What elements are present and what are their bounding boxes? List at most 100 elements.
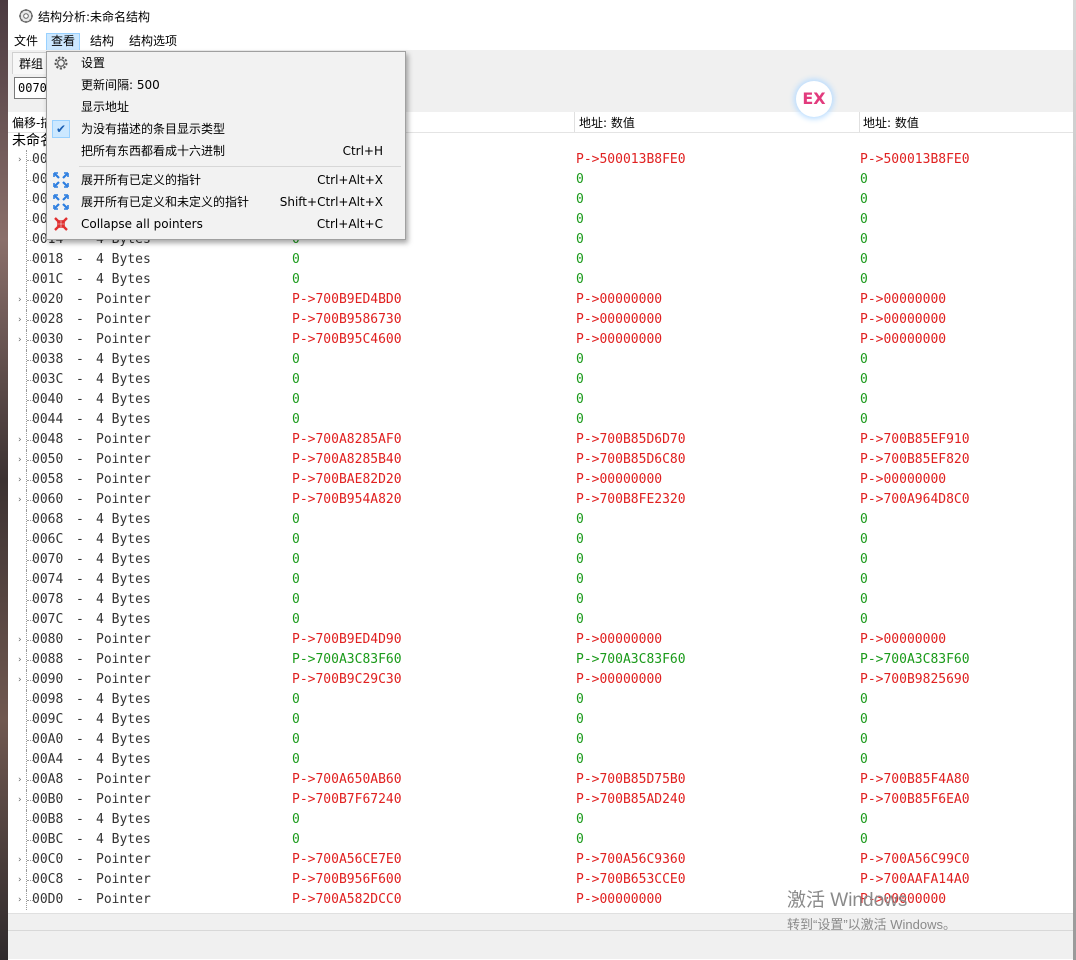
value-cell[interactable]: 0 bbox=[576, 610, 584, 630]
value-cell[interactable]: 0 bbox=[576, 530, 584, 550]
value-cell[interactable]: 0 bbox=[860, 610, 868, 630]
tree-row[interactable]: › 0090 Pointer - P->700B9C29C30 P->00000000 P-… bbox=[8, 670, 1073, 690]
tree-row[interactable]: › 0080 Pointer - P->700B9ED4D90 P->00000000 P-… bbox=[8, 630, 1073, 650]
expand-chevron-icon[interactable]: › bbox=[18, 150, 22, 170]
tree-row[interactable]: 0038 4 Bytes - 0 0 0 bbox=[8, 350, 1073, 370]
value-cell[interactable]: 0 bbox=[860, 250, 868, 270]
value-cell[interactable]: 0 bbox=[860, 170, 868, 190]
value-cell[interactable]: P->700A3C83F60 bbox=[860, 650, 970, 670]
value-cell[interactable]: 0 bbox=[576, 230, 584, 250]
value-cell[interactable]: P->700A3C83F60 bbox=[576, 650, 686, 670]
tree-row[interactable]: 00B8 4 Bytes - 0 0 0 bbox=[8, 810, 1073, 830]
tree-row[interactable]: › 0060 Pointer - P->700B954A820 P->700B8FE232… bbox=[8, 490, 1073, 510]
value-cell[interactable]: 0 bbox=[860, 210, 868, 230]
tree-row[interactable]: 0040 4 Bytes - 0 0 0 bbox=[8, 390, 1073, 410]
value-cell[interactable]: 0 bbox=[576, 750, 584, 770]
value-cell[interactable]: P->700A56C9360 bbox=[576, 850, 686, 870]
tree-row[interactable]: 006C 4 Bytes - 0 0 0 bbox=[8, 530, 1073, 550]
value-cell[interactable]: P->700B7F67240 bbox=[292, 790, 402, 810]
tree-row[interactable]: › 0020 Pointer - P->700B9ED4BD0 P->00000000 P-… bbox=[8, 290, 1073, 310]
value-cell[interactable]: 0 bbox=[860, 550, 868, 570]
expand-chevron-icon[interactable]: › bbox=[18, 430, 22, 450]
address-value-column-header-2[interactable]: 地址: 数值 bbox=[863, 114, 919, 131]
value-cell[interactable]: 0 bbox=[292, 610, 300, 630]
value-cell[interactable]: 0 bbox=[292, 350, 300, 370]
value-cell[interactable]: P->700B85D6C80 bbox=[576, 450, 686, 470]
ex-badge-icon[interactable]: EX bbox=[796, 81, 832, 117]
value-cell[interactable]: P->700B85D6D70 bbox=[576, 430, 686, 450]
menu-item-expand-all[interactable]: 展开所有已定义和未定义的指针 Shift+Ctrl+Alt+X bbox=[47, 191, 405, 213]
tree-row[interactable]: › 0030 Pointer - P->700B95C4600 P->00000000 P-… bbox=[8, 330, 1073, 350]
value-cell[interactable]: P->700B85EF820 bbox=[860, 450, 970, 470]
value-cell[interactable]: 0 bbox=[860, 230, 868, 250]
value-cell[interactable]: P->700A3C83F60 bbox=[292, 650, 402, 670]
value-cell[interactable]: P->700B9ED4BD0 bbox=[292, 290, 402, 310]
value-cell[interactable]: P->700B653CCE0 bbox=[576, 870, 686, 890]
value-cell[interactable]: 0 bbox=[292, 810, 300, 830]
value-cell[interactable]: 0 bbox=[576, 170, 584, 190]
value-cell[interactable]: 0 bbox=[576, 570, 584, 590]
tree-row[interactable]: 0068 4 Bytes - 0 0 0 bbox=[8, 510, 1073, 530]
value-cell[interactable]: 0 bbox=[292, 530, 300, 550]
value-cell[interactable]: P->700A56C99C0 bbox=[860, 850, 970, 870]
value-cell[interactable]: P->00000000 bbox=[860, 630, 946, 650]
value-cell[interactable]: P->700B85F6EA0 bbox=[860, 790, 970, 810]
menu-item-show-types[interactable]: ✔ 为没有描述的条目显示类型 bbox=[47, 118, 405, 140]
value-cell[interactable]: 0 bbox=[860, 390, 868, 410]
value-cell[interactable]: 0 bbox=[576, 190, 584, 210]
value-cell[interactable]: P->700B9ED4D90 bbox=[292, 630, 402, 650]
value-cell[interactable]: 0 bbox=[860, 750, 868, 770]
value-cell[interactable]: 0 bbox=[292, 590, 300, 610]
value-cell[interactable]: 0 bbox=[292, 710, 300, 730]
tree-row[interactable]: › 00C0 Pointer - P->700A56CE7E0 P->700A56C936… bbox=[8, 850, 1073, 870]
tree-row[interactable]: 009C 4 Bytes - 0 0 0 bbox=[8, 710, 1073, 730]
value-cell[interactable]: 0 bbox=[292, 390, 300, 410]
expand-chevron-icon[interactable]: › bbox=[18, 650, 22, 670]
menu-item-hex-view[interactable]: 把所有东西都看成十六进制 Ctrl+H bbox=[47, 140, 405, 162]
value-cell[interactable]: P->700A964D8C0 bbox=[860, 490, 970, 510]
value-cell[interactable]: 0 bbox=[860, 370, 868, 390]
value-cell[interactable]: 0 bbox=[576, 390, 584, 410]
value-cell[interactable]: P->500013B8FE0 bbox=[576, 150, 686, 170]
menu-item-show-address[interactable]: 显示地址 bbox=[47, 96, 405, 118]
tree-row[interactable]: 0070 4 Bytes - 0 0 0 bbox=[8, 550, 1073, 570]
value-cell[interactable]: 0 bbox=[292, 370, 300, 390]
value-cell[interactable]: 0 bbox=[860, 190, 868, 210]
tree-row[interactable]: 007C 4 Bytes - 0 0 0 bbox=[8, 610, 1073, 630]
value-cell[interactable]: 0 bbox=[576, 590, 584, 610]
tree-row[interactable]: › 0058 Pointer - P->700BAE82D20 P->00000000 P-… bbox=[8, 470, 1073, 490]
value-cell[interactable]: 0 bbox=[576, 350, 584, 370]
value-cell[interactable]: 0 bbox=[576, 210, 584, 230]
tree-row[interactable]: 00A0 4 Bytes - 0 0 0 bbox=[8, 730, 1073, 750]
value-cell[interactable]: P->700B9C29C30 bbox=[292, 670, 402, 690]
value-cell[interactable]: P->500013B8FE0 bbox=[860, 150, 970, 170]
value-cell[interactable]: P->700B9586730 bbox=[292, 310, 402, 330]
menu-item-update-interval[interactable]: 更新间隔: 500 bbox=[47, 74, 405, 96]
value-cell[interactable]: 0 bbox=[576, 510, 584, 530]
value-cell[interactable]: P->00000000 bbox=[576, 670, 662, 690]
value-cell[interactable]: 0 bbox=[292, 510, 300, 530]
value-cell[interactable]: 0 bbox=[576, 270, 584, 290]
value-cell[interactable]: P->00000000 bbox=[860, 330, 946, 350]
tree-row[interactable]: › 00A8 Pointer - P->700A650AB60 P->700B85D75B… bbox=[8, 770, 1073, 790]
tree-row[interactable]: 0018 4 Bytes - 0 0 0 bbox=[8, 250, 1073, 270]
value-cell[interactable]: P->700A8285AF0 bbox=[292, 430, 402, 450]
value-cell[interactable]: P->700BAE82D20 bbox=[292, 470, 402, 490]
expand-chevron-icon[interactable]: › bbox=[18, 330, 22, 350]
expand-chevron-icon[interactable]: › bbox=[18, 470, 22, 490]
value-cell[interactable]: 0 bbox=[860, 590, 868, 610]
value-cell[interactable]: P->700B85F4A80 bbox=[860, 770, 970, 790]
tree-row[interactable]: › 0088 Pointer - P->700A3C83F60 P->700A3C83F6… bbox=[8, 650, 1073, 670]
value-cell[interactable]: 0 bbox=[292, 250, 300, 270]
value-cell[interactable]: P->700A650AB60 bbox=[292, 770, 402, 790]
tree-row[interactable]: 00A4 4 Bytes - 0 0 0 bbox=[8, 750, 1073, 770]
expand-chevron-icon[interactable]: › bbox=[18, 890, 22, 910]
value-cell[interactable]: 0 bbox=[860, 530, 868, 550]
column-divider[interactable] bbox=[859, 112, 860, 132]
tree-row[interactable]: › 00B0 Pointer - P->700B7F67240 P->700B85AD24… bbox=[8, 790, 1073, 810]
expand-chevron-icon[interactable]: › bbox=[18, 450, 22, 470]
expand-chevron-icon[interactable]: › bbox=[18, 490, 22, 510]
value-cell[interactable]: 0 bbox=[576, 690, 584, 710]
tree-row[interactable]: 003C 4 Bytes - 0 0 0 bbox=[8, 370, 1073, 390]
title-bar[interactable]: 结构分析:未命名结构 bbox=[8, 0, 1073, 32]
